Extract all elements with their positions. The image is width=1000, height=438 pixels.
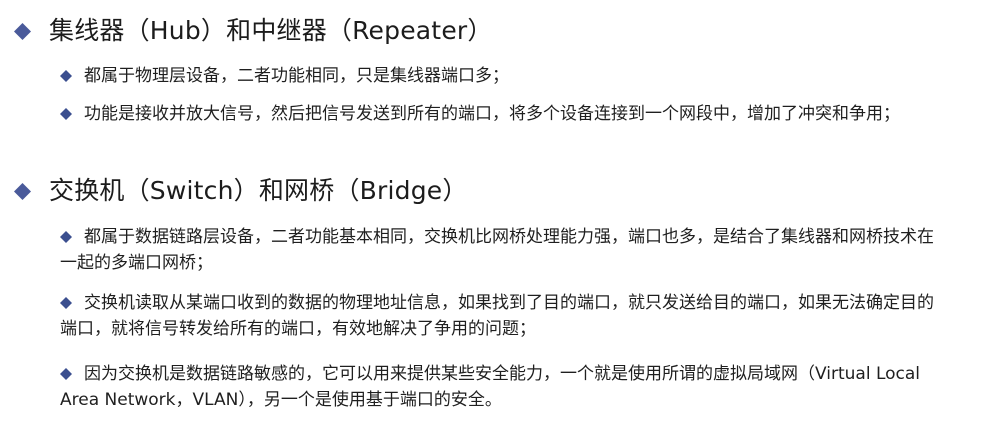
list-item-text: 交换机读取从某端口收到的数据的物理地址信息，如果找到了目的端口，就只发送给目的端… [60,293,934,339]
diamond-bullet-icon [60,70,72,82]
list-item: 因为交换机是数据链路敏感的，它可以用来提供某些安全能力，一个就是使用所谓的虚拟局… [60,361,950,413]
list-item-text: 功能是接收并放大信号，然后把信号发送到所有的端口，将多个设备连接到一个网段中，增… [84,104,900,124]
diamond-bullet-icon [14,22,31,40]
list-item: 功能是接收并放大信号，然后把信号发送到所有的端口，将多个设备连接到一个网段中，增… [60,101,950,127]
slide: 集线器（Hub）和中继器（Repeater） 都属于物理层设备，二者功能相同，只… [0,0,1000,438]
section-title: 交换机（Switch）和网桥（Bridge） [49,176,468,205]
list-item: 交换机读取从某端口收到的数据的物理地址信息，如果找到了目的端口，就只发送给目的端… [60,290,950,342]
diamond-bullet-icon [14,182,31,200]
section-title: 集线器（Hub）和中继器（Repeater） [49,16,493,45]
list-item-text: 都属于数据链路层设备，二者功能基本相同，交换机比网桥处理能力强，端口也多，是结合… [60,227,934,273]
diamond-bullet-icon [60,297,72,309]
section-heading-hub: 集线器（Hub）和中继器（Repeater） [14,13,493,49]
diamond-bullet-icon [60,368,72,380]
list-item-text: 因为交换机是数据链路敏感的，它可以用来提供某些安全能力，一个就是使用所谓的虚拟局… [60,364,921,410]
list-item-text: 都属于物理层设备，二者功能相同，只是集线器端口多； [84,66,509,86]
section-heading-switch: 交换机（Switch）和网桥（Bridge） [14,173,468,209]
diamond-bullet-icon [60,108,72,120]
list-item: 都属于数据链路层设备，二者功能基本相同，交换机比网桥处理能力强，端口也多，是结合… [60,224,950,276]
list-item: 都属于物理层设备，二者功能相同，只是集线器端口多； [60,63,960,89]
diamond-bullet-icon [60,231,72,243]
